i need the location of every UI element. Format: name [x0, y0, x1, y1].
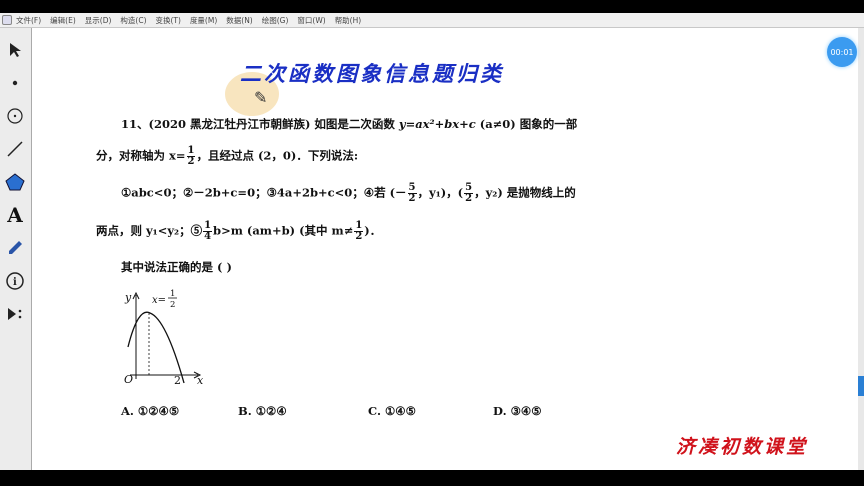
menu-construct[interactable]: 构造(C)	[120, 15, 146, 26]
x-label: x	[197, 374, 204, 387]
recording-timer: 00:01	[827, 37, 857, 67]
parabola-graph: y x= 1 2 O 2 x	[124, 289, 204, 387]
fraction-one-half: 12	[186, 146, 196, 167]
brand-watermark: 济凑初数课堂	[676, 436, 809, 458]
option-c[interactable]: C. ①④⑤	[368, 404, 416, 418]
symmetry-den: 2	[170, 300, 175, 310]
problem-line-1: 11、(2020 黑龙江牡丹江市朝鲜族) 如图是二次函数 y=ax²+bx+c …	[121, 116, 577, 132]
menu-graph[interactable]: 绘图(G)	[262, 15, 289, 26]
menu-data[interactable]: 数据(N)	[226, 15, 252, 26]
menu-transform[interactable]: 变换(T)	[156, 15, 181, 26]
problem-text: ，y₁)，(	[417, 185, 464, 200]
app-icon	[2, 15, 12, 25]
problem-formula: y=ax²+bx+c	[398, 117, 476, 131]
fraction-five-halves: 52	[407, 183, 417, 204]
problem-line-2: 分，对称轴为 x= 1 2 ，且经过点 (2，0)．下列说法:	[96, 146, 358, 167]
arrow-tool-icon[interactable]	[3, 38, 27, 62]
scrollbar[interactable]	[858, 28, 864, 470]
pencil-cursor-icon: ✎	[254, 88, 268, 107]
problem-text: )．	[364, 223, 382, 238]
problem-text: 两点，则 y₁<y₂；⑤	[96, 223, 203, 238]
custom-tool-icon[interactable]	[3, 302, 27, 326]
fraction-denominator: 4	[204, 231, 212, 242]
fraction-denominator: 2	[408, 193, 416, 204]
option-d[interactable]: D. ③④⑤	[493, 404, 542, 418]
y-label: y	[124, 291, 132, 304]
compass-tool-icon[interactable]	[3, 104, 27, 128]
problem-text: (a≠0) 图象的一部	[475, 117, 578, 131]
fraction-denominator: 2	[187, 156, 195, 167]
problem-question: 其中说法正确的是 ( )	[121, 260, 232, 274]
info-tool-icon[interactable]: i	[3, 269, 27, 293]
problem-text: ，且经过点 (2，0)．下列说法:	[196, 148, 359, 163]
fraction-denominator: 2	[355, 231, 363, 242]
fraction-denominator: 2	[465, 193, 473, 204]
menu-measure[interactable]: 度量(M)	[190, 15, 217, 26]
scroll-thumb[interactable]	[858, 376, 864, 396]
menu-display[interactable]: 显示(D)	[85, 15, 112, 26]
svg-text:i: i	[13, 277, 17, 288]
problem-line-3: ①abc<0；②－2b+c=0；③4a+2b+c<0；④若 (－ 5 2 ，y₁)，(…	[121, 183, 576, 204]
x-intercept-label: 2	[174, 374, 181, 387]
problem-text: ①abc<0；②－2b+c=0；③4a+2b+c<0；④若 (－	[121, 185, 407, 200]
problem-text: b>m (am+b) (其中 m≠	[213, 223, 354, 238]
fraction-one-quarter: 14	[203, 221, 213, 242]
marker-tool-icon[interactable]	[3, 236, 27, 260]
problem-line-4: 两点，则 y₁<y₂；⑤ 1 4 b>m (am+b) (其中 m≠ 1 2)．	[96, 221, 381, 242]
symmetry-label: x=	[152, 295, 166, 306]
problem-text: 分，对称轴为 x=	[96, 148, 186, 163]
fraction-one-half: 12	[354, 221, 364, 242]
menu-window[interactable]: 窗口(W)	[297, 15, 325, 26]
symmetry-num: 1	[170, 289, 175, 299]
menu-help[interactable]: 帮助(H)	[335, 15, 362, 26]
page-title: 二次函数图象信息题归类	[240, 61, 504, 86]
tool-palette: A i	[0, 28, 32, 470]
menu-file[interactable]: 文件(F)	[16, 15, 41, 26]
problem-text: ，y₂) 是抛物线上的	[474, 185, 576, 200]
menu-edit[interactable]: 编辑(E)	[50, 15, 76, 26]
polygon-tool-icon[interactable]	[3, 170, 27, 194]
option-b[interactable]: B. ①②④	[238, 404, 287, 418]
point-tool-icon[interactable]	[3, 71, 27, 95]
origin-label: O	[124, 373, 133, 386]
menu-bar: 文件(F) 编辑(E) 显示(D) 构造(C) 变换(T) 度量(M) 数据(N…	[0, 13, 864, 28]
fraction-five-halves: 52	[464, 183, 474, 204]
problem-text: 11、(2020 黑龙江牡丹江市朝鲜族) 如图是二次函数	[121, 117, 399, 131]
text-tool-icon[interactable]: A	[3, 203, 27, 227]
line-tool-icon[interactable]	[3, 137, 27, 161]
option-a[interactable]: A. ①②④⑤	[121, 404, 179, 418]
